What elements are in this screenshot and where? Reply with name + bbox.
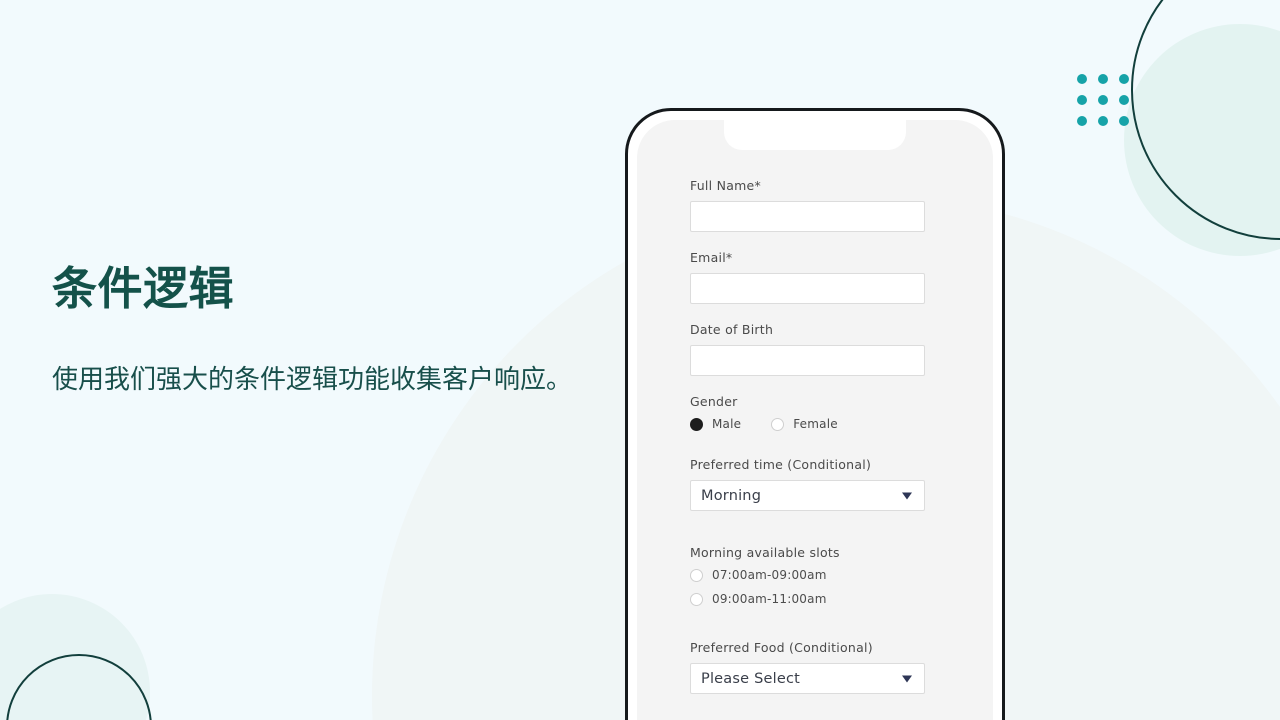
field-preferred-food: Preferred Food (Conditional) Please Sele… — [690, 640, 940, 694]
field-full-name: Full Name* — [690, 178, 940, 232]
radio-icon-male[interactable] — [690, 417, 703, 431]
gender-option-male[interactable]: Male — [690, 417, 741, 431]
chevron-down-icon[interactable] — [902, 675, 912, 682]
gender-option-female[interactable]: Female — [771, 417, 838, 431]
preferred-food-select[interactable]: Please Select — [690, 663, 925, 694]
field-morning-slots: Morning available slots 07:00am-09:00am … — [690, 545, 940, 606]
morning-slot-option-1[interactable]: 07:00am-09:00am — [690, 568, 940, 582]
morning-slot-2-label: 09:00am-11:00am — [712, 592, 827, 606]
phone-screen: Full Name* Email* Date of Birth Gender M… — [637, 120, 993, 720]
preferred-time-value: Morning — [701, 487, 762, 504]
preferred-food-label: Preferred Food (Conditional) — [690, 640, 873, 655]
email-input[interactable] — [690, 273, 925, 304]
full-name-label: Full Name* — [690, 178, 761, 193]
field-gender: Gender Male Female — [690, 394, 940, 431]
morning-slots-label: Morning available slots — [690, 545, 840, 560]
date-of-birth-label: Date of Birth — [690, 322, 774, 337]
preferred-time-select[interactable]: Morning — [690, 480, 925, 511]
radio-icon-slot-2[interactable] — [690, 592, 703, 606]
page-subtitle: 使用我们强大的条件逻辑功能收集客户响应。 — [52, 365, 573, 396]
field-preferred-time: Preferred time (Conditional) Morning — [690, 457, 940, 511]
full-name-input[interactable] — [690, 201, 925, 232]
grid-dot — [1098, 74, 1108, 84]
grid-dot — [1098, 116, 1108, 126]
radio-icon-slot-1[interactable] — [690, 568, 703, 582]
field-email: Email* — [690, 250, 940, 304]
phone-notch — [724, 120, 906, 150]
preferred-time-label: Preferred time (Conditional) — [690, 457, 872, 472]
email-label: Email* — [690, 250, 733, 265]
grid-dot — [1098, 95, 1108, 105]
morning-slot-1-label: 07:00am-09:00am — [712, 568, 827, 582]
grid-dot — [1119, 95, 1129, 105]
gender-male-label: Male — [712, 417, 742, 431]
gender-female-label: Female — [793, 417, 838, 431]
page-title: 条件逻辑 — [52, 262, 235, 315]
dot-grid-icon — [1077, 74, 1129, 126]
grid-dot — [1077, 116, 1087, 126]
gender-radio-group: Male Female — [690, 417, 940, 431]
gender-label: Gender — [690, 394, 738, 409]
marketing-copy: 条件逻辑 使用我们强大的条件逻辑功能收集客户响应。 — [52, 262, 612, 400]
chevron-down-icon[interactable] — [902, 492, 912, 499]
grid-dot — [1119, 116, 1129, 126]
grid-dot — [1119, 74, 1129, 84]
preferred-food-value: Please Select — [701, 670, 800, 687]
radio-icon-female[interactable] — [771, 417, 785, 431]
morning-slot-option-2[interactable]: 09:00am-11:00am — [690, 592, 940, 606]
grid-dot — [1077, 95, 1087, 105]
field-date-of-birth: Date of Birth — [690, 322, 940, 376]
date-of-birth-input[interactable] — [690, 345, 925, 376]
phone-mockup: Full Name* Email* Date of Birth Gender M… — [625, 108, 1005, 720]
grid-dot — [1077, 74, 1087, 84]
contact-form: Full Name* Email* Date of Birth Gender M… — [690, 178, 940, 712]
